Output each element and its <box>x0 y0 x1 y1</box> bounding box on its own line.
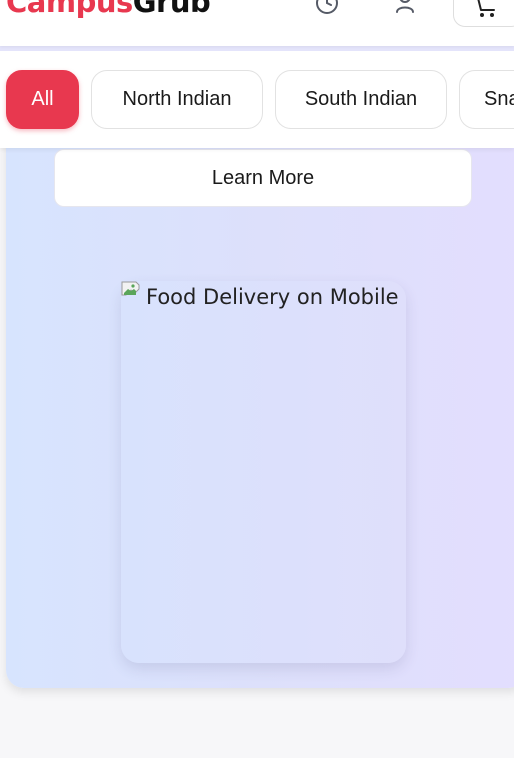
category-chip-snacks[interactable]: Sna <box>459 70 514 129</box>
category-chip-south-indian[interactable]: South Indian <box>275 70 447 129</box>
clock-icon[interactable] <box>314 0 340 20</box>
hero-image: Food Delivery on Mobile <box>121 281 406 663</box>
header-divider <box>0 46 514 51</box>
cart-icon <box>477 0 495 17</box>
cart-button[interactable] <box>453 0 514 27</box>
logo-text-campus: Campus <box>6 0 133 19</box>
app-header: CampusGrub <box>0 0 514 46</box>
category-chip-all[interactable]: All <box>6 70 79 129</box>
hero-image-alt-text: Food Delivery on Mobile <box>146 285 399 309</box>
category-chip-north-indian[interactable]: North Indian <box>91 70 263 129</box>
user-icon[interactable] <box>393 0 419 20</box>
brand-logo[interactable]: CampusGrub <box>6 0 211 19</box>
category-filter-bar: All North Indian South Indian Sna <box>0 51 514 148</box>
learn-more-button[interactable]: Learn More <box>54 149 472 207</box>
logo-text-grub: Grub <box>132 0 211 19</box>
page: CampusGrub All North Indian South Indian… <box>0 0 514 758</box>
broken-image-icon <box>121 281 145 309</box>
